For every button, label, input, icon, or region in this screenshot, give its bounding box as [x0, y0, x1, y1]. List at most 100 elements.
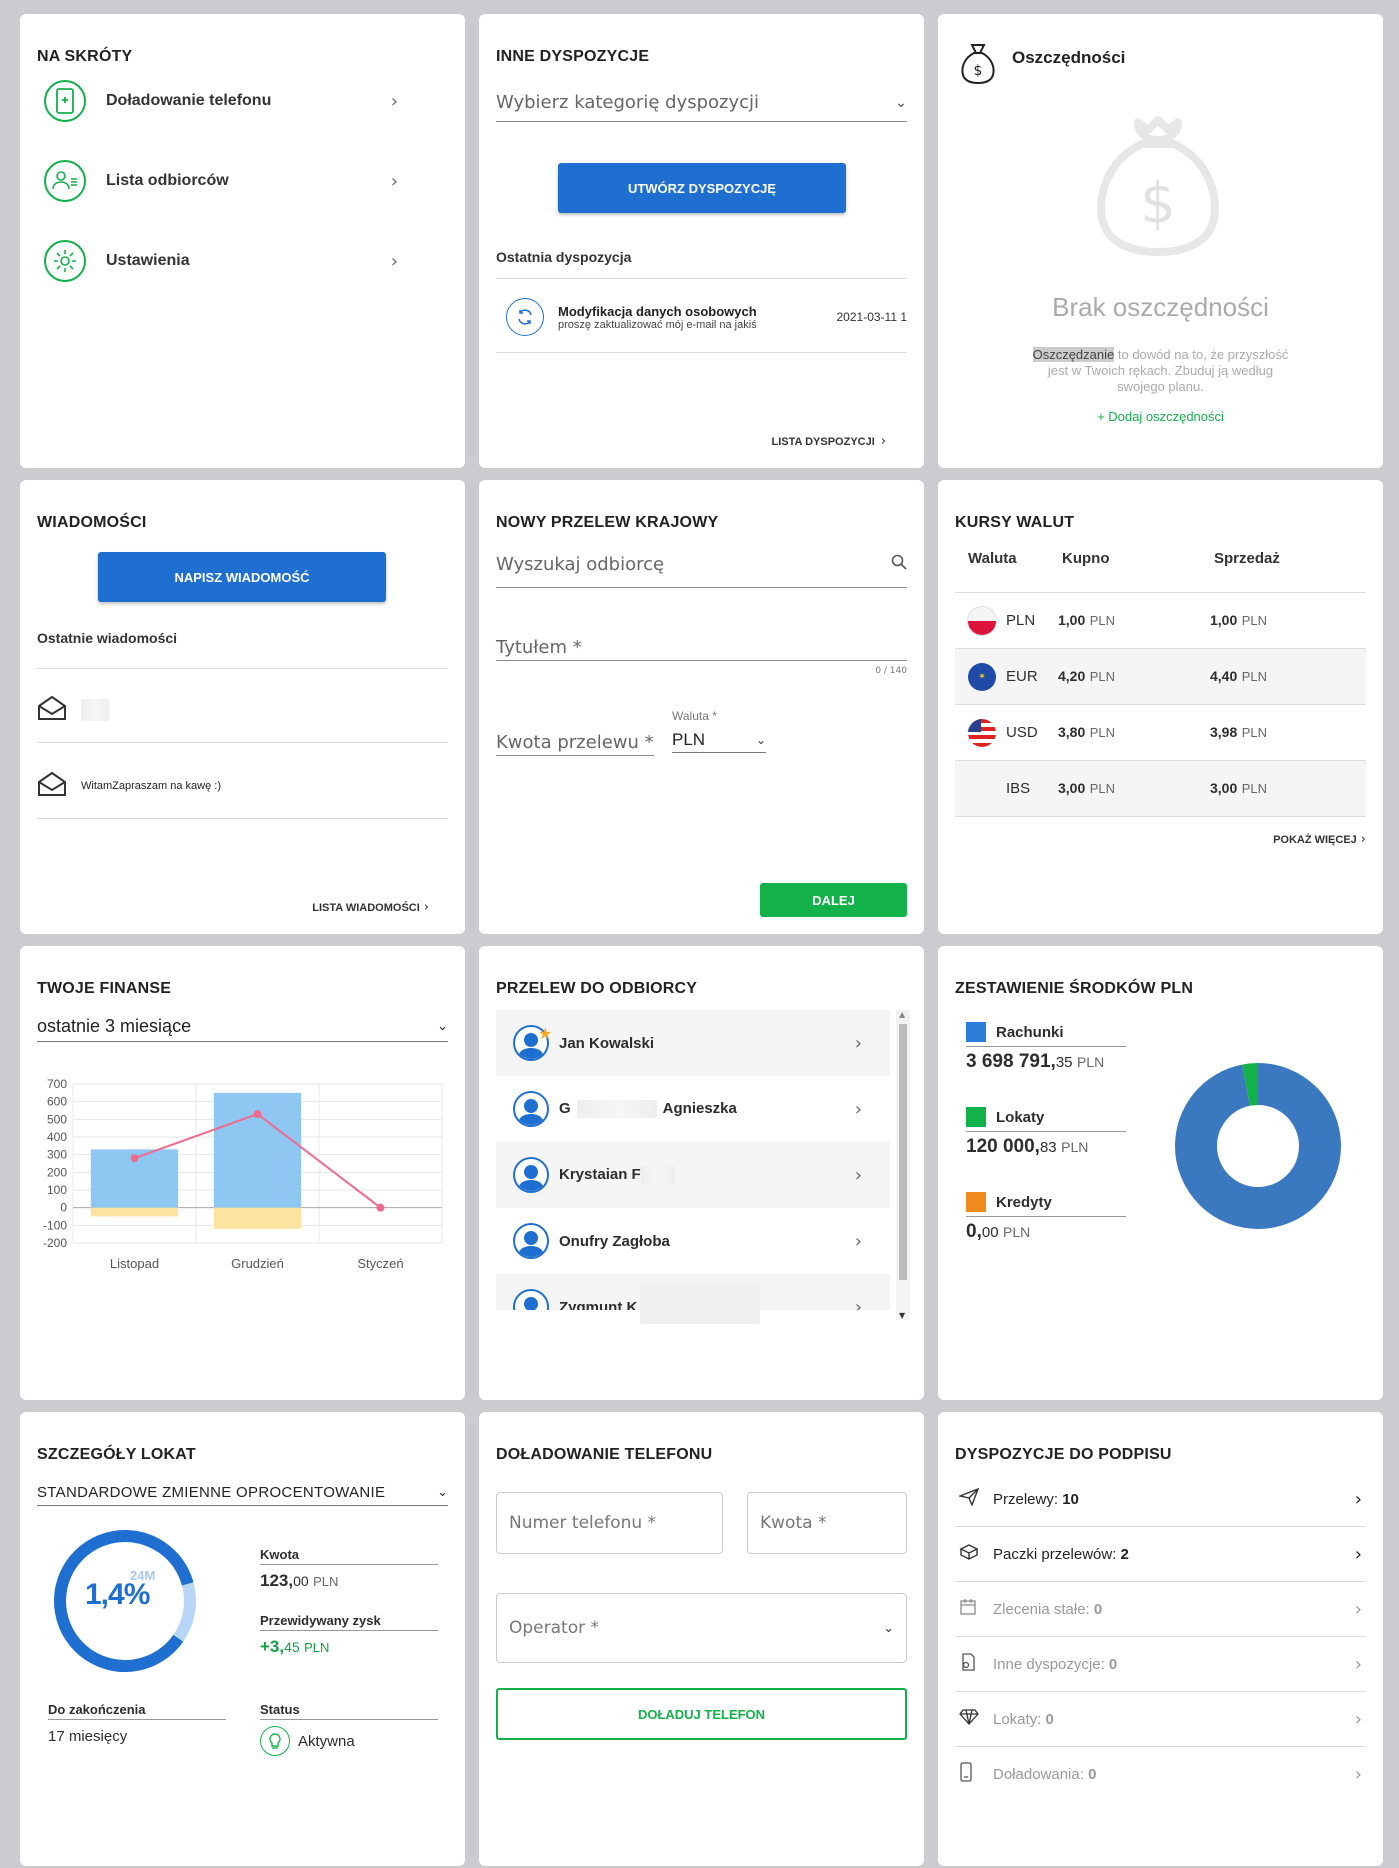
- last-order-heading: Ostatnia dyspozycja: [496, 249, 632, 265]
- chevron-right-icon: ›: [1354, 1764, 1362, 1785]
- rate-sell: 1,00: [1210, 611, 1238, 628]
- last-order-date: 2021-03-11 1: [836, 310, 908, 324]
- recipient-item[interactable]: G Agnieszka ›: [496, 1076, 890, 1142]
- card-title: ZESTAWIENIE ŚRODKÓW PLN: [955, 980, 1194, 997]
- orders-list-link[interactable]: LISTA DYSPOZYCJI ›: [772, 434, 887, 449]
- chevron-right-icon: ›: [854, 1296, 862, 1311]
- chevron-right-icon: ›: [390, 250, 398, 272]
- recipient-name: Agnieszka: [662, 1099, 737, 1117]
- sign-item-count: 0: [1045, 1710, 1054, 1728]
- flag-eu-icon: ✶: [968, 662, 996, 691]
- rate-unit: PLN: [1241, 780, 1267, 796]
- chevron-right-icon: ›: [854, 1032, 862, 1054]
- chevron-right-icon: ›: [390, 170, 398, 192]
- deposit-amount-decimal: 00: [293, 1573, 309, 1589]
- rate-code: IBS: [1006, 780, 1031, 797]
- deposit-unit: PLN: [313, 1574, 339, 1589]
- message-item[interactable]: WitamZapraszam na kawę :): [37, 766, 448, 806]
- operator-select[interactable]: Operator * ⌄: [496, 1593, 907, 1663]
- legend-swatch: [966, 1022, 986, 1042]
- phone-number-input[interactable]: Numer telefonu *: [496, 1492, 723, 1554]
- sign-item-label: Przelewy:: [993, 1490, 1063, 1508]
- y-tick-label: 300: [47, 1148, 67, 1162]
- deposit-status-value: Aktywna: [298, 1732, 355, 1750]
- rate-unit: PLN: [1089, 724, 1115, 740]
- shortcut-recipients[interactable]: Lista odbiorców ›: [44, 156, 444, 206]
- currency-label: Waluta *: [672, 709, 717, 723]
- recipient-name: G: [559, 1099, 571, 1117]
- sign-item-transfers[interactable]: Przelewy: 10 ›: [955, 1472, 1366, 1527]
- redacted-text: [576, 1100, 657, 1119]
- redacted-text: [640, 1284, 760, 1324]
- fund-unit: PLN: [1003, 1224, 1031, 1240]
- show-more-link[interactable]: POKAŻ WIĘCEJ ›: [1273, 832, 1366, 847]
- money-bag-icon: $: [958, 42, 998, 90]
- recipient-list: ★ Jan Kowalski › G Agnieszka › Krystaian …: [496, 1010, 890, 1310]
- bar: [90, 1207, 179, 1217]
- create-order-button[interactable]: UTWÓRZ DYSPOZYCJĘ: [558, 163, 846, 213]
- currency-value: PLN: [672, 730, 706, 749]
- last-order-title: Modyfikacja danych osobowych: [558, 303, 757, 319]
- sign-item-count: 0: [1088, 1766, 1097, 1783]
- favorite-star-icon: ★: [538, 1024, 553, 1043]
- recipient-item[interactable]: ★ Jan Kowalski ›: [496, 1010, 890, 1076]
- message-item[interactable]: [37, 690, 448, 730]
- deposit-profit-label: Przewidywany zysk: [260, 1613, 438, 1631]
- finances-chart: 700 600 500 400 300 200 100 0 -100 -200 Listopad Gr…: [43, 1077, 443, 1271]
- flag-usa-icon: [968, 718, 996, 747]
- refresh-icon: [506, 298, 544, 336]
- card-deposit-details: SZCZEGÓŁY LOKAT STANDARDOWE ZMIENNE OPRO…: [20, 1412, 465, 1866]
- shortcut-label: Ustawienia: [106, 252, 190, 269]
- next-button[interactable]: DALEJ: [760, 883, 907, 917]
- recipient-search-input[interactable]: Wyszukaj odbiorcę: [496, 554, 907, 588]
- savings-desc-line: to dowód na to, że przyszłość: [1114, 347, 1289, 362]
- topup-amount-input[interactable]: Kwota *: [747, 1492, 907, 1554]
- category-select[interactable]: Wybierz kategorię dyspozycji ⌄: [496, 92, 907, 122]
- chevron-right-icon: ›: [390, 90, 398, 112]
- document-icon: [959, 1652, 983, 1676]
- sign-item-packages[interactable]: Paczki przelewów: 2 ›: [955, 1527, 1366, 1582]
- shortcut-settings[interactable]: Ustawienia ›: [44, 236, 444, 286]
- sign-item-deposits[interactable]: Lokaty: 0 ›: [955, 1692, 1366, 1747]
- scrollbar-thumb[interactable]: [899, 1024, 907, 1280]
- deposit-type-select[interactable]: STANDARDOWE ZMIENNE OPROCENTOWANIE ⌄: [37, 1484, 448, 1506]
- transfer-title-input[interactable]: Tytułem *: [496, 637, 907, 661]
- last-order-item[interactable]: Modyfikacja danych osobowych proszę zakt…: [496, 298, 907, 336]
- fund-item-deposits: Lokaty 120 000,83 PLN: [966, 1107, 1126, 1158]
- recipient-item[interactable]: Onufry Zagłoba ›: [496, 1208, 890, 1274]
- sign-item-topups[interactable]: Doładowania: 0 ›: [955, 1747, 1366, 1802]
- sign-item-count: 0: [1108, 1655, 1118, 1673]
- rate-unit: PLN: [1241, 612, 1267, 628]
- rate-buy: 3,80: [1058, 723, 1086, 740]
- recipient-name: Onufry Zagłoba: [559, 1232, 670, 1250]
- chevron-down-icon: ⌄: [895, 94, 907, 111]
- rate-code: PLN: [1006, 612, 1036, 629]
- lightbulb-icon: [260, 1726, 290, 1756]
- sign-item-standing-orders[interactable]: Zlecenia stałe: 0 ›: [955, 1582, 1366, 1637]
- rates-header-buy: Kupno: [1062, 550, 1110, 567]
- sign-item-label: Zlecenia stałe:: [993, 1600, 1094, 1618]
- deposit-end-label: Do zakończenia: [48, 1702, 226, 1720]
- topup-button[interactable]: DOŁADUJ TELEFON: [496, 1688, 907, 1740]
- card-title: DYSPOZYCJE DO PODPISU: [955, 1446, 1172, 1463]
- recipient-scrollbar[interactable]: ▲ ▼: [896, 1010, 910, 1320]
- write-message-button[interactable]: NAPISZ WIADOMOŚĆ: [98, 552, 386, 602]
- chevron-down-icon: ⌄: [437, 1485, 448, 1500]
- chevron-right-icon: ›: [1354, 1653, 1362, 1675]
- fund-unit: PLN: [1076, 1054, 1105, 1070]
- savings-desc-line: jest w Twoich rękach. Zbuduj ją według: [1047, 363, 1274, 378]
- amount-input[interactable]: Kwota przelewu *: [496, 732, 654, 756]
- paper-plane-icon: [957, 1487, 983, 1511]
- card-transfer-recipient: PRZELEW DO ODBIORCY ★ Jan Kowalski › G Ag…: [479, 946, 924, 1400]
- sign-item-other[interactable]: Inne dyspozycje: 0 ›: [955, 1637, 1366, 1692]
- y-tick-label: -100: [43, 1218, 67, 1232]
- shortcut-topup[interactable]: Doładowanie telefonu ›: [44, 76, 444, 126]
- messages-list-link[interactable]: LISTA WIADOMOŚCI ›: [312, 900, 429, 915]
- period-select[interactable]: ostatnie 3 miesiące ⌄: [37, 1016, 448, 1042]
- currency-select[interactable]: PLN ⌄: [672, 730, 766, 753]
- fund-label: Lokaty: [996, 1108, 1045, 1126]
- fund-amount-decimal: 83: [1039, 1139, 1057, 1156]
- recipient-item[interactable]: Krystaian F ›: [496, 1142, 890, 1208]
- chevron-right-icon: ›: [423, 900, 429, 915]
- add-savings-link[interactable]: + Dodaj oszczędności: [938, 409, 1383, 424]
